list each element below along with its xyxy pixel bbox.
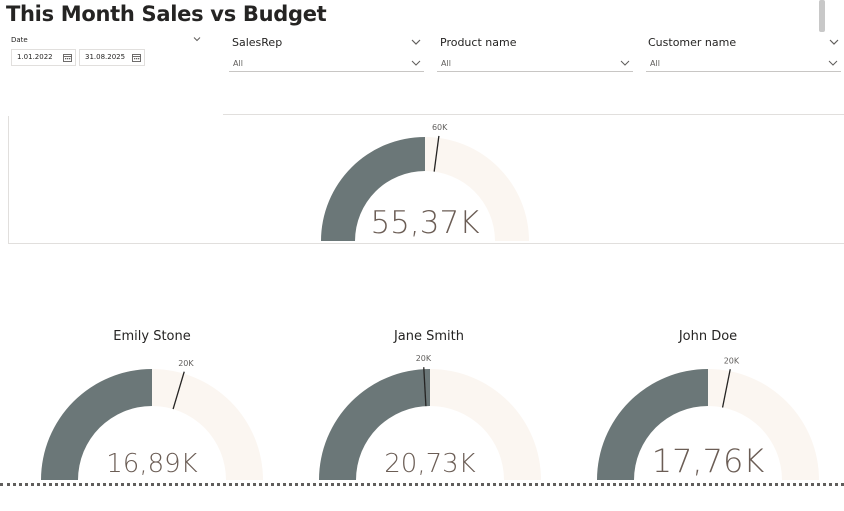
salesrep-selected: All [233, 59, 243, 68]
date-end-value: 31.08.2025 [85, 53, 126, 61]
gauge-value-label-john: 17,76K [652, 442, 765, 480]
product-selected: All [441, 59, 451, 68]
gauge-title-emily: Emily Stone [113, 329, 191, 344]
gauge-value-arc-emily [41, 369, 152, 480]
chevron-down-icon [620, 60, 630, 66]
chevron-down-icon [828, 60, 838, 66]
gauge-value-label-jane: 20,73K [384, 449, 475, 479]
dotted-divider [0, 483, 844, 486]
gauge-target-label-emily: 20K [178, 359, 194, 368]
date-start-input[interactable]: 1.01.2022 [11, 49, 76, 66]
scrollbar[interactable] [819, 0, 825, 32]
card-divider [8, 114, 223, 116]
chevron-down-icon[interactable] [410, 37, 422, 47]
gauge-value-label-emily: 16,89K [106, 449, 197, 479]
gauge-target-line-john [721, 369, 731, 408]
salesrep-slicer-title: SalesRep [232, 36, 283, 49]
calendar-icon[interactable] [63, 53, 72, 62]
chevron-down-icon[interactable] [192, 34, 202, 44]
gauge-track-emily [41, 369, 263, 480]
gauge-track-john [597, 369, 819, 480]
gauge-title-jane: Jane Smith [393, 329, 465, 344]
page-title: This Month Sales vs Budget [6, 2, 327, 26]
gauge-target-line-emily [172, 371, 185, 410]
gauge-track-jane [319, 369, 541, 480]
customer-selected: All [650, 59, 660, 68]
date-start-value: 1.01.2022 [17, 53, 53, 61]
gauge-target-label-jane: 20K [416, 354, 432, 363]
gauge-title-john: John Doe [678, 329, 738, 344]
gauge-value-arc-jane [319, 369, 430, 480]
total-gauge-card[interactable] [8, 114, 844, 244]
chevron-down-icon[interactable] [828, 37, 840, 47]
product-dropdown[interactable]: All [437, 55, 633, 72]
gauge-target-line-jane [423, 367, 427, 407]
date-end-input[interactable]: 31.08.2025 [79, 49, 145, 66]
calendar-icon[interactable] [132, 53, 141, 62]
product-slicer-title: Product name [440, 36, 517, 49]
gauge-value-arc-john [597, 369, 708, 480]
gauge-charts: 60K55,37K20K16,89K20K20,73K20K17,76K [41, 123, 819, 480]
salesrep-dropdown[interactable]: All [229, 55, 424, 72]
customer-dropdown[interactable]: All [646, 55, 841, 72]
customer-slicer-title: Customer name [648, 36, 737, 49]
date-slicer-label: Date [11, 36, 28, 44]
gauge-target-label-john: 20K [724, 356, 740, 365]
chevron-down-icon [411, 60, 421, 66]
